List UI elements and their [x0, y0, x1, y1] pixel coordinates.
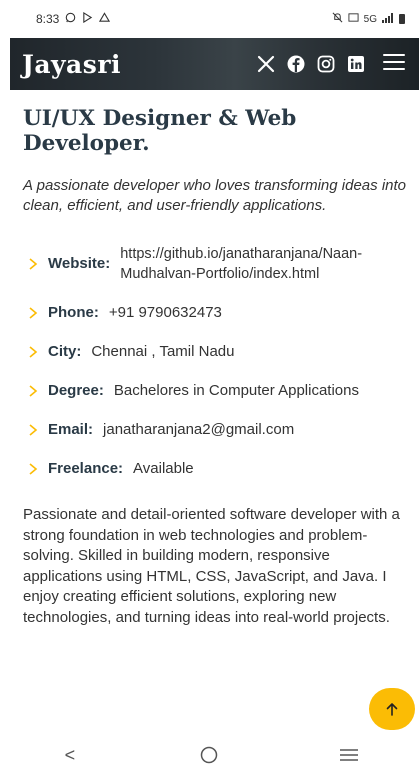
- detail-email: Email: janatharanjana2@gmail.com: [23, 420, 413, 440]
- chevron-right-icon: [29, 424, 38, 436]
- about-paragraph: Passionate and detail-oriented software …: [23, 506, 400, 626]
- hamburger-menu-icon[interactable]: [383, 53, 405, 76]
- chevron-right-icon: [29, 346, 38, 358]
- status-right: 5G: [332, 12, 405, 26]
- detail-label: Freelance:: [48, 460, 124, 477]
- volte-icon: [348, 12, 359, 26]
- detail-label: City:: [48, 343, 82, 360]
- battery-icon: [399, 14, 405, 24]
- nav-back-button[interactable]: <: [40, 742, 100, 768]
- site-logo[interactable]: Jayasri: [22, 50, 257, 79]
- status-left: 8:33: [36, 11, 111, 26]
- system-nav-bar: <: [0, 740, 419, 770]
- detail-value: Bachelores in Computer Applications: [113, 382, 359, 399]
- site-header: Jayasri: [10, 38, 419, 90]
- details-list: Website: https://github.io/janatharanjan…: [23, 244, 413, 479]
- back-to-top-button[interactable]: [369, 688, 415, 730]
- status-time: 8:33: [36, 12, 60, 26]
- detail-degree: Degree: Bachelores in Computer Applicati…: [23, 381, 413, 401]
- drive-icon: [99, 12, 111, 26]
- arrow-up-icon: [386, 703, 398, 716]
- detail-value: Available: [133, 460, 194, 477]
- instagram-icon[interactable]: [317, 55, 335, 73]
- about-section: UI/UX Designer & Web Developer. A passio…: [23, 106, 413, 628]
- nav-home-button[interactable]: [179, 742, 239, 768]
- chevron-right-icon: [29, 463, 38, 475]
- chevron-right-icon: [29, 385, 38, 397]
- signal-icon: [382, 12, 394, 26]
- detail-value: janatharanjana2@gmail.com: [103, 421, 295, 438]
- detail-phone: Phone: +91 9790632473: [23, 303, 413, 323]
- play-store-icon: [82, 11, 93, 26]
- detail-city: City: Chennai , Tamil Nadu: [23, 342, 413, 362]
- detail-website: Website: https://github.io/janatharanjan…: [23, 244, 413, 284]
- detail-value: Chennai , Tamil Nadu: [91, 343, 235, 360]
- detail-freelance: Freelance: Available: [23, 459, 413, 479]
- x-icon[interactable]: [257, 55, 275, 73]
- chevron-right-icon: [29, 307, 38, 319]
- detail-label: Email:: [48, 421, 94, 438]
- detail-label: Website:: [48, 255, 111, 272]
- facebook-icon[interactable]: [287, 55, 305, 73]
- back-label: <: [64, 744, 76, 765]
- detail-label: Phone:: [48, 304, 99, 321]
- social-links: [257, 55, 365, 73]
- whatsapp-icon: [65, 12, 76, 26]
- mute-icon: [332, 12, 343, 26]
- chevron-right-icon: [29, 258, 38, 270]
- linkedin-icon[interactable]: [347, 55, 365, 73]
- recents-icon: [340, 749, 359, 761]
- status-bar: 8:33 5G: [0, 0, 419, 38]
- nav-recents-button[interactable]: [319, 742, 379, 768]
- network-label: 5G: [363, 13, 377, 25]
- tagline: A passionate developer who loves transfo…: [23, 177, 406, 214]
- page-title: UI/UX Designer & Web Developer.: [23, 106, 297, 156]
- home-icon: [201, 746, 218, 764]
- detail-value: +91 9790632473: [108, 304, 222, 321]
- website-link[interactable]: https://github.io/janatharanjana/Naan-Mu…: [120, 244, 413, 284]
- detail-label: Degree:: [48, 382, 104, 399]
